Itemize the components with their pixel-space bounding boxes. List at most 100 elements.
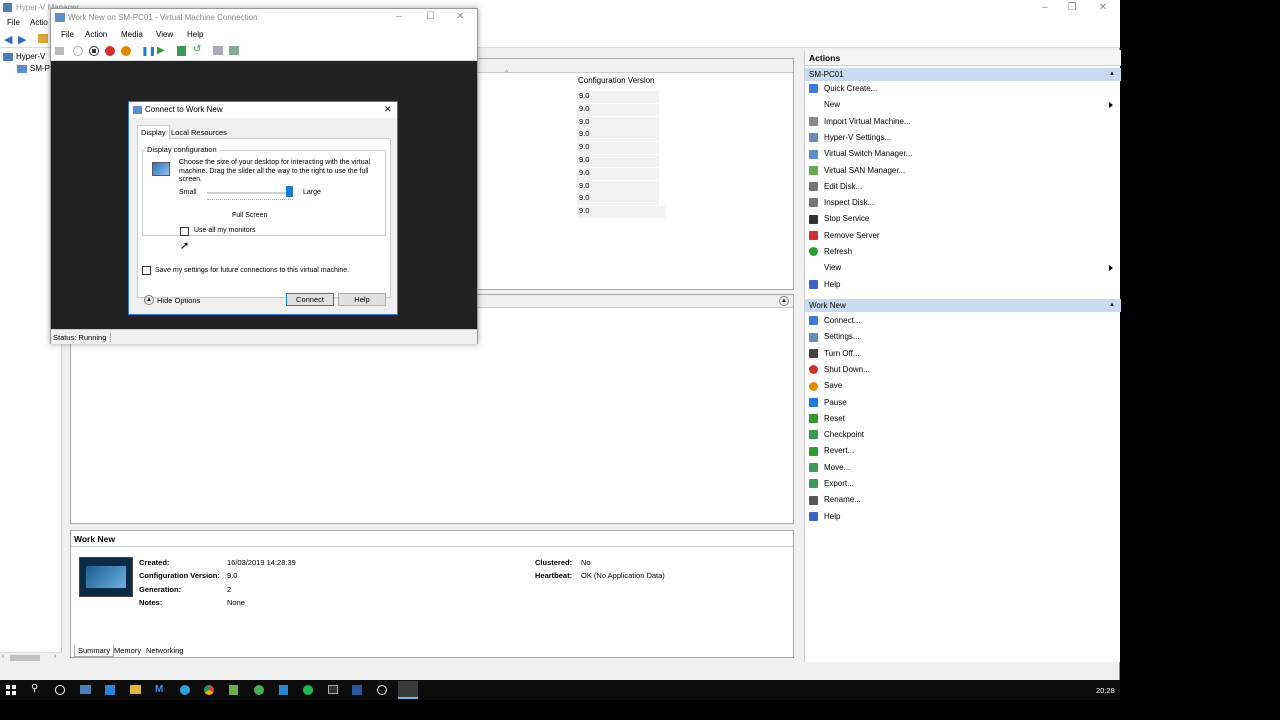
vscode-icon[interactable] [105,685,115,695]
spotify-icon[interactable] [303,685,313,695]
revert-icon[interactable]: ↺ [193,44,201,55]
shield-app-icon[interactable] [229,685,238,695]
vmc-menu-view[interactable]: View [156,30,173,39]
clock-app-icon[interactable] [377,685,387,695]
action-stop-service[interactable]: Stop Service [809,214,1117,228]
inspect-disk-icon [809,198,818,208]
slider-thumb[interactable] [286,186,293,197]
action-connect[interactable]: Connect... [809,316,1117,330]
help-button[interactable]: Help [338,293,386,306]
vmc-menu-file[interactable]: File [61,30,74,39]
action-reset[interactable]: Reset [809,414,1117,428]
action-remove-server[interactable]: Remove Server [809,231,1117,245]
action-virtual-switch-manager[interactable]: Virtual Switch Manager... [809,149,1117,163]
action-new[interactable]: New [809,100,1117,114]
tree-item-server[interactable]: SM-P [17,64,50,73]
shutdown-icon[interactable] [105,46,115,56]
action-turn-off[interactable]: Turn Off... [809,349,1117,363]
reset-icon[interactable]: ▶ [157,45,165,56]
action-rename[interactable]: Rename... [809,495,1117,509]
tab-summary[interactable]: Summary [74,645,115,657]
checkpoint-icon [809,430,818,440]
chrome-icon[interactable] [204,685,214,695]
hide-options-icon[interactable]: ▲ [144,295,154,305]
tree-item-hyperv[interactable]: Hyper-V [3,52,45,61]
tab-memory[interactable]: Memory [111,645,144,657]
task-view-icon[interactable] [80,685,91,694]
vmc-minimize-icon[interactable]: – [396,11,402,22]
save-settings-checkbox[interactable] [142,266,151,275]
action-label: Help [824,511,841,521]
action-checkpoint[interactable]: Checkpoint [809,430,1117,444]
vmc-maximize-icon[interactable]: ☐ [426,11,435,22]
app-m-icon[interactable]: M [155,684,163,695]
use-all-monitors-checkbox[interactable] [180,227,189,236]
calculator-icon[interactable] [279,685,288,695]
section-vm[interactable]: Work New ▲ [805,299,1121,312]
share-icon[interactable] [229,46,239,55]
action-quick-create[interactable]: Quick Create... [809,84,1117,98]
action-settings[interactable]: Settings... [809,332,1117,346]
minimize-icon[interactable]: – [1030,2,1060,13]
word-icon[interactable] [352,685,362,695]
action-shut-down[interactable]: Shut Down... [809,365,1117,379]
action-save[interactable]: Save [809,381,1117,395]
action-move[interactable]: Move... [809,463,1117,477]
pause-icon[interactable]: ❚❚ [141,46,156,57]
action-refresh[interactable]: Refresh [809,247,1117,261]
save-icon[interactable] [121,46,131,56]
column-configuration-version[interactable]: Configuration Version [578,76,655,85]
action-edit-disk[interactable]: Edit Disk... [809,182,1117,196]
created-label: Created: [139,558,170,567]
start-icon[interactable] [73,46,83,56]
section-collapse-icon[interactable]: ▲ [1109,71,1115,77]
vmc-title: Work New on SM-PC01 - Virtual Machine Co… [68,13,258,22]
back-icon[interactable]: ◀ [4,33,12,46]
hide-options-link[interactable]: Hide Options [157,296,200,305]
menu-file[interactable]: File [7,18,20,27]
taskbar-clock[interactable]: 20:28 [1096,686,1115,695]
action-export[interactable]: Export... [809,479,1117,493]
folder-icon[interactable] [38,34,48,43]
tab-networking[interactable]: Networking [143,645,187,657]
ctrl-alt-del-icon[interactable] [55,47,64,55]
restore-icon[interactable]: ❐ [1057,2,1087,13]
dialog-close-icon[interactable]: ✕ [384,104,392,115]
checkpoint-icon[interactable] [177,46,186,56]
tab-display[interactable]: Display [137,125,170,139]
edge-icon[interactable] [180,685,190,695]
app-green-icon[interactable] [254,685,264,695]
enhanced-session-icon[interactable] [213,46,223,55]
turn-off-icon[interactable] [89,46,99,56]
section-server[interactable]: SM-PC01 ▲ [805,68,1121,81]
action-import-virtual-machine[interactable]: Import Virtual Machine... [809,117,1117,131]
vmc-menu-media[interactable]: Media [121,30,143,39]
cortana-icon[interactable] [55,685,65,695]
action-pause[interactable]: Pause [809,398,1117,412]
action-virtual-san-manager[interactable]: Virtual SAN Manager... [809,166,1117,180]
action-help[interactable]: Help [809,280,1117,294]
section-collapse-icon[interactable]: ▲ [1109,302,1115,308]
connect-button[interactable]: Connect [286,293,334,306]
tree-horizontal-scrollbar[interactable]: ‹ › [0,652,62,662]
terminal-icon[interactable] [328,685,338,694]
resolution-slider[interactable] [207,192,293,194]
action-revert[interactable]: Revert... [809,446,1117,460]
file-explorer-icon[interactable] [130,685,141,694]
action-view[interactable]: View [809,263,1117,277]
windows-start-icon[interactable] [6,685,16,695]
action-help[interactable]: Help [809,512,1117,526]
close-icon[interactable]: ✕ [1088,2,1118,13]
vmc-menu-action[interactable]: Action [85,30,107,39]
action-inspect-disk[interactable]: Inspect Disk... [809,198,1117,212]
hyperv-node-icon [3,52,13,61]
hyperv-taskbar-icon[interactable] [398,681,418,699]
menu-action[interactable]: Actio [30,18,48,27]
vmc-menu-help[interactable]: Help [187,30,203,39]
blank-icon [809,101,818,110]
action-hyper-v-settings[interactable]: Hyper-V Settings... [809,133,1117,147]
collapse-icon[interactable]: ▲ [779,296,789,306]
search-icon[interactable]: ⚲ [31,683,38,694]
vmc-close-icon[interactable]: ✕ [456,11,464,22]
forward-icon[interactable]: ▶ [18,33,26,46]
